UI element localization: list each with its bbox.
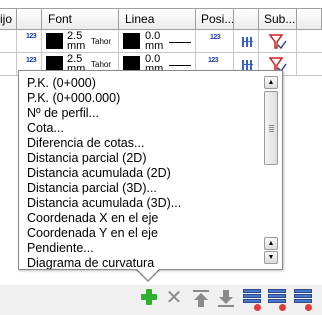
menu-item[interactable]: Distancia acumulada (3D)... [27, 196, 262, 211]
popup-pointer-fill [136, 268, 160, 280]
cell-filler [297, 30, 322, 53]
cell-filler [297, 53, 322, 76]
line-width-unit: mm [145, 40, 164, 52]
position-number: 123 [208, 57, 219, 64]
font-size-unit: mm [67, 40, 86, 52]
move-up-icon[interactable] [191, 287, 211, 309]
font-name: Tahor [91, 60, 112, 69]
scrollbar-thumb[interactable] [264, 91, 278, 165]
column-header-subrayado[interactable]: Sub... [259, 8, 297, 30]
font-name: Tahor [91, 37, 112, 46]
column-header-empty[interactable] [17, 8, 42, 30]
menu-item[interactable]: P.K. (0+000) [27, 76, 262, 91]
align-bars-icon [242, 37, 253, 47]
cell-linea[interactable]: 0.0 mm [119, 30, 196, 53]
menu-item[interactable]: Distancia parcial (2D) [27, 151, 262, 166]
filter-check-icon [268, 34, 287, 50]
column-header-font[interactable]: Font [42, 8, 119, 30]
field-list-popup: P.K. (0+000) P.K. (0+000.000) Nº de perf… [18, 70, 283, 270]
position-number: 123 [26, 33, 37, 40]
add-icon[interactable] [139, 287, 159, 309]
list-remove-icon[interactable] [294, 289, 312, 311]
color-swatch [123, 33, 140, 49]
column-header-empty-2[interactable] [234, 8, 259, 30]
column-header-posicion[interactable]: Posi... [196, 8, 234, 30]
menu-item[interactable]: Pendiente... [27, 241, 262, 256]
menu-item[interactable]: Coordenada Y en el eje [27, 226, 262, 241]
position-number: 123 [210, 34, 221, 41]
menu-item[interactable]: Distancia acumulada (2D) [27, 166, 262, 181]
cell-posicion[interactable]: 123 [196, 30, 234, 53]
scroll-up-button[interactable]: ▲ [264, 76, 278, 89]
grip-icon [269, 125, 274, 133]
cell-hijo[interactable] [0, 30, 17, 53]
scroll-page-up-button[interactable]: ▲ [264, 237, 278, 250]
list-remove-icon[interactable] [243, 289, 261, 311]
menu-item[interactable]: Nº de perfil... [27, 106, 262, 121]
menu-item[interactable]: Distancia parcial (3D)... [27, 181, 262, 196]
cell-subrayado[interactable] [259, 30, 297, 53]
column-header-hijo[interactable]: ijo [0, 8, 17, 30]
line-sample [169, 65, 191, 66]
list-remove-icon[interactable] [268, 289, 286, 311]
column-header-linea[interactable]: Linea [119, 8, 196, 30]
scroll-down-button[interactable]: ▼ [264, 251, 278, 264]
delete-icon[interactable]: ✕ [164, 287, 184, 309]
menu-item[interactable]: Cota... [27, 121, 262, 136]
align-bars-icon [242, 60, 253, 70]
color-swatch [46, 33, 63, 49]
position-number: 123 [26, 57, 37, 64]
cell-blue[interactable]: 123 [17, 30, 42, 53]
menu-item[interactable]: Diferencia de cotas... [27, 136, 262, 151]
line-sample [169, 42, 191, 43]
cell-hijo[interactable] [0, 53, 17, 76]
menu-item[interactable]: P.K. (0+000.000) [27, 91, 262, 106]
cell-align[interactable] [234, 30, 259, 53]
column-header-filler [297, 8, 322, 30]
move-down-icon[interactable] [216, 287, 236, 309]
menu-item[interactable]: Coordenada X en el eje [27, 211, 262, 226]
cell-font[interactable]: 2.5 mm Tahor [42, 30, 119, 53]
